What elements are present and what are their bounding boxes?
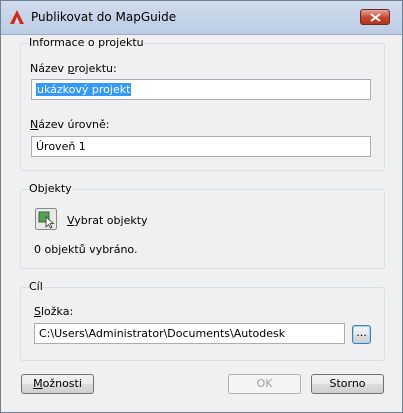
title-bar[interactable]: Publikovat do MapGuide [1,1,402,35]
window-title: Publikovat do MapGuide [31,10,177,24]
ok-button[interactable]: OK [228,374,301,394]
target-group: Cíl Složka: C:\Users\Administrator\Docum… [20,280,385,361]
project-info-group: Informace o projektu Název projektu: uká… [20,36,385,171]
folder-label: Složka: [34,305,74,318]
project-info-group-title: Informace o projektu [29,36,144,49]
objects-group: Objekty Vybrat objekty 0 objektů vybráno… [20,182,385,269]
level-name-input[interactable]: Úroveň 1 [31,136,371,157]
project-name-input[interactable]: ukázkový projekt [31,79,371,100]
close-button[interactable] [360,9,390,25]
cancel-button[interactable]: Storno [311,374,384,394]
selected-count-text: 0 objektů vybráno. [34,243,138,256]
folder-input[interactable]: C:\Users\Administrator\Documents\Autodes… [34,323,345,344]
target-group-title: Cíl [29,280,43,293]
close-icon [370,13,381,22]
autocad-logo-icon [9,9,25,25]
project-name-label: Název projektu: [30,62,117,75]
objects-group-title: Objekty [29,182,72,195]
options-button[interactable]: Možnosti [21,374,94,394]
select-objects-button[interactable]: Vybrat objekty [67,214,148,227]
dialog-window: Publikovat do MapGuide Informace o proje… [0,0,403,413]
browse-button[interactable]: ... [352,325,371,344]
level-name-label: Název úrovně: [30,118,110,131]
select-objects-icon[interactable] [35,208,57,230]
